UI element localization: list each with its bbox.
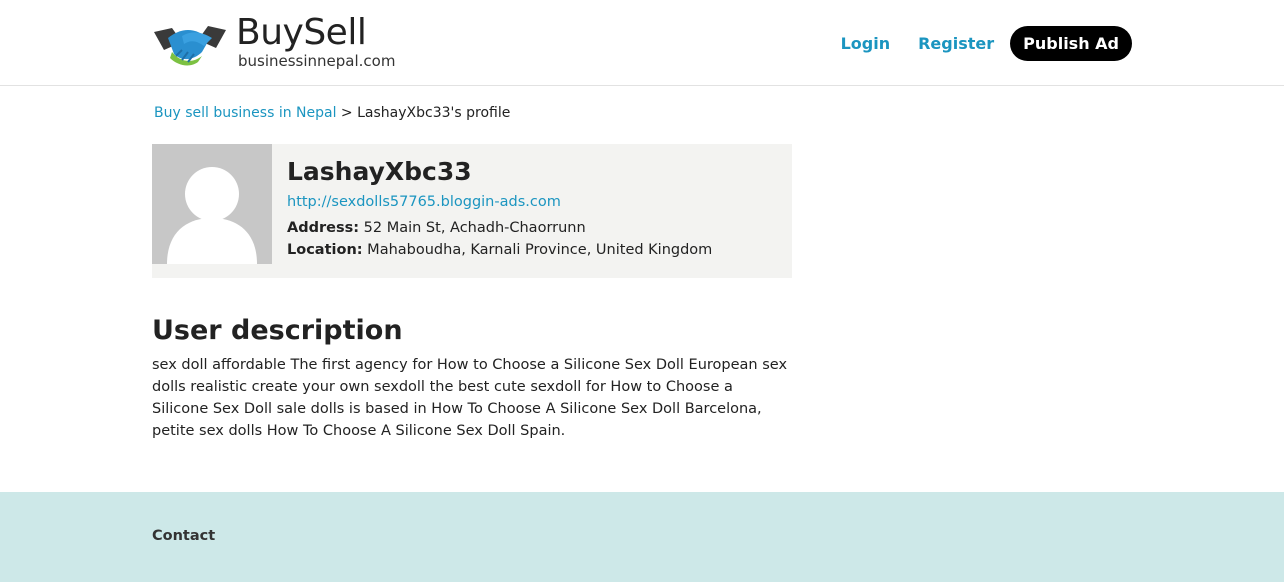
breadcrumb: Buy sell business in Nepal > LashayXbc33… xyxy=(154,105,510,121)
user-description-text: sex doll affordable The first agency for… xyxy=(152,357,788,439)
site-footer: Contact xyxy=(0,492,1284,582)
profile-info: LashayXbc33 http://sexdolls57765.bloggin… xyxy=(287,156,712,261)
profile-website-link[interactable]: http://sexdolls57765.bloggin-ads.com xyxy=(287,192,712,212)
register-link[interactable]: Register xyxy=(918,34,994,53)
main-nav: Login Register Publish Ad xyxy=(813,26,1132,61)
breadcrumb-separator: > xyxy=(336,105,358,121)
address-label: Address: xyxy=(287,220,360,236)
location-value: Mahaboudha, Karnali Province, United Kin… xyxy=(362,242,713,258)
avatar xyxy=(152,144,272,264)
location-label: Location: xyxy=(287,242,363,258)
site-header: BuySell businessinnepal.com Login Regist… xyxy=(0,0,1284,86)
default-user-icon xyxy=(167,167,257,264)
profile-card: LashayXbc33 http://sexdolls57765.bloggin… xyxy=(152,144,792,278)
footer-contact-heading: Contact xyxy=(152,528,216,544)
profile-address: Address: 52 Main St, Achadh-Chaorrunn xyxy=(287,217,712,239)
site-logo[interactable]: BuySell businessinnepal.com xyxy=(152,12,402,72)
breadcrumb-current: LashayXbc33's profile xyxy=(357,105,511,121)
login-link[interactable]: Login xyxy=(841,34,891,53)
logo-subtitle: businessinnepal.com xyxy=(238,52,396,70)
publish-ad-button[interactable]: Publish Ad xyxy=(1010,26,1132,61)
handshake-icon xyxy=(154,26,226,66)
profile-location: Location: Mahaboudha, Karnali Province, … xyxy=(287,239,712,261)
user-description-title: User description xyxy=(152,315,403,346)
breadcrumb-home-link[interactable]: Buy sell business in Nepal xyxy=(154,105,336,121)
logo-title: BuySell xyxy=(236,12,367,53)
address-value: 52 Main St, Achadh-Chaorrunn xyxy=(359,220,586,236)
profile-username: LashayXbc33 xyxy=(287,157,472,186)
